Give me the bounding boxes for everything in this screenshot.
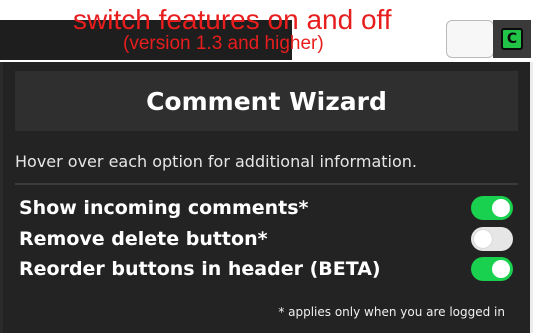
toggle-knob bbox=[492, 260, 510, 279]
annotation-title: switch features on and off bbox=[73, 4, 392, 35]
screenshot-stage: C switch features on and off (version 1.… bbox=[0, 0, 533, 333]
toggle-knob bbox=[492, 199, 510, 218]
options-list: Show incoming comments* Remove delete bu… bbox=[19, 193, 514, 285]
option-label: Show incoming comments* bbox=[19, 197, 309, 220]
option-reorder-buttons-in-header: Reorder buttons in header (BETA) bbox=[19, 254, 514, 285]
show-incoming-comments-toggle[interactable] bbox=[471, 196, 513, 221]
popup-hint: Hover over each option for additional in… bbox=[15, 152, 417, 171]
toolbar-slot[interactable] bbox=[446, 20, 494, 58]
option-label: Reorder buttons in header (BETA) bbox=[19, 258, 381, 281]
browser-toolbar: C switch features on and off (version 1.… bbox=[0, 0, 533, 62]
comment-wizard-icon[interactable]: C bbox=[501, 28, 523, 50]
divider bbox=[15, 183, 518, 185]
footnote: * applies only when you are logged in bbox=[278, 305, 505, 319]
remove-delete-button-toggle[interactable] bbox=[471, 226, 513, 251]
option-remove-delete-button: Remove delete button* bbox=[19, 224, 514, 255]
popup-header: Comment Wizard bbox=[15, 71, 518, 131]
reorder-buttons-toggle[interactable] bbox=[471, 257, 513, 282]
popup-title: Comment Wizard bbox=[146, 86, 387, 116]
extension-popup: Comment Wizard Hover over each option fo… bbox=[3, 62, 530, 333]
option-label: Remove delete button* bbox=[19, 227, 268, 250]
toggle-knob bbox=[474, 229, 492, 248]
option-show-incoming-comments: Show incoming comments* bbox=[19, 193, 514, 224]
extension-button[interactable]: C bbox=[493, 20, 531, 58]
annotation-subtitle: (version 1.3 and higher) bbox=[123, 33, 324, 54]
